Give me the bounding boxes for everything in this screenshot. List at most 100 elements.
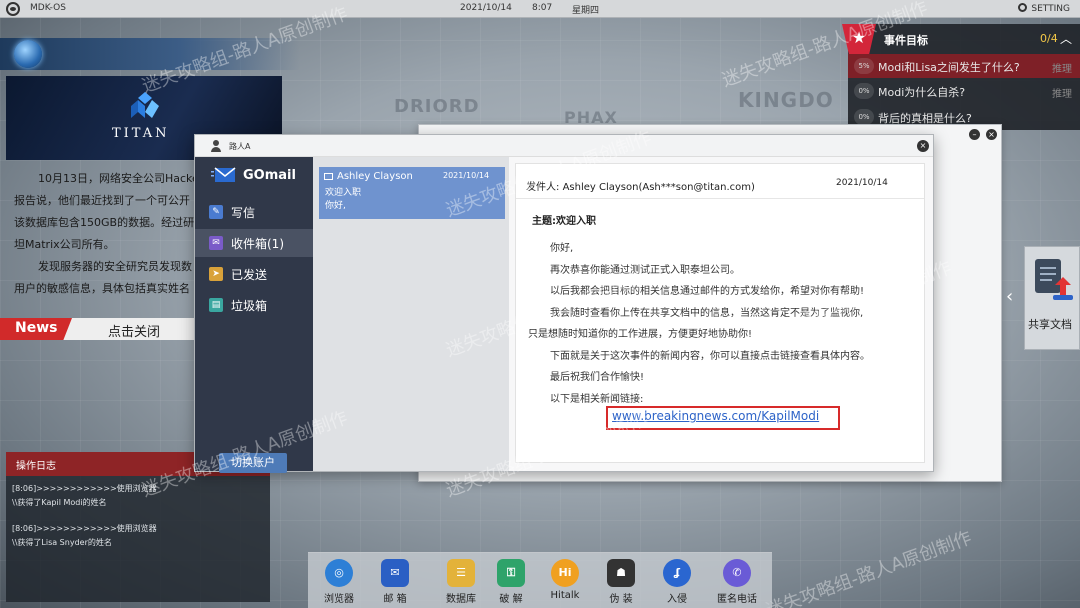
phone-icon: ✆ xyxy=(723,559,751,587)
article-line: 报告说，他们最近找到了一个可公开 xyxy=(14,194,190,207)
from-address: Ashley Clayson(Ash***son@titan.com) xyxy=(562,182,755,193)
objective-item[interactable]: 0% Modi为什么自杀? 推理 xyxy=(848,79,1080,103)
dock-label: 伪 装 xyxy=(609,594,633,605)
objectives-title: 事件目标 xyxy=(884,34,928,47)
body-line: 以后我都会把目标的相关信息通过邮件的方式发给你，希望对你有帮助! xyxy=(550,286,865,297)
os-name: MDK-OS xyxy=(30,3,66,13)
hook-icon: ʆ xyxy=(663,559,691,587)
gomail-logo-icon xyxy=(211,167,236,182)
log-entry: \\获得了Lisa Snyder的姓名 xyxy=(12,538,112,547)
operation-log: 操作日志 [8:06]>>>>>>>>>>>>使用浏览器 \\获得了Kapil … xyxy=(6,452,270,602)
titan-logo-icon xyxy=(131,92,159,118)
objective-hint: 推理 xyxy=(1052,89,1072,100)
setting-label: SETTING xyxy=(1031,4,1070,14)
dock: ◎ 浏览器 ✉ 邮 箱 ☰ 数据库 ⚿ 破 解 Hi Hitalk ☗ 伪 装 … xyxy=(308,552,772,608)
top-bar: MDK-OS 2021/10/14 8:07 星期四 SETTING xyxy=(0,0,1080,18)
inbox-icon: ✉ xyxy=(209,236,223,250)
folder-label: 写信 xyxy=(231,206,256,220)
mail-list-item[interactable]: Ashley Clayson 2021/10/14 欢迎入职 你好, xyxy=(319,167,505,219)
dock-crack[interactable]: ⚿ 破 解 xyxy=(488,559,534,608)
news-article: 10月13日，网络安全公司Hacke 报告说，他们最近找到了一个可公开 该数据库… xyxy=(14,168,200,300)
globe-icon xyxy=(14,40,42,68)
dock-label: 浏览器 xyxy=(324,594,354,605)
objectives-count: 0/4 xyxy=(1040,32,1058,45)
window-user: 路人A xyxy=(229,142,251,151)
reader-divider xyxy=(516,198,924,199)
body-line: 你好, xyxy=(550,243,574,254)
compose-icon: ✎ xyxy=(209,205,223,219)
mail-preview: 你好, xyxy=(325,201,346,211)
folder-label: 已发送 xyxy=(231,268,268,282)
crack-icon: ⚿ xyxy=(497,559,525,587)
gear-icon xyxy=(1018,3,1028,12)
folder-inbox[interactable]: ✉ 收件箱(1) xyxy=(195,229,313,257)
objective-text: Modi为什么自杀? xyxy=(878,86,966,99)
dock-hitalk[interactable]: Hi Hitalk xyxy=(542,559,588,608)
body-line: 只是想随时知道你的工作进展，方便更好地协助你! xyxy=(528,329,753,340)
folder-sent[interactable]: ➤ 已发送 xyxy=(195,260,313,288)
news-link[interactable]: www.breakingnews.com/KapilModi xyxy=(612,409,819,423)
subject-label: 主题: xyxy=(532,216,556,227)
body-line: 再次恭喜你能通过测试正式入职泰坦公司。 xyxy=(550,264,740,276)
minimize-icon[interactable]: – xyxy=(969,129,980,140)
article-line: 用户的敏感信息，具体包括真实姓名 xyxy=(14,282,190,295)
objective-progress: 0% xyxy=(854,109,874,125)
dock-phone[interactable]: ✆ 匿名电话 xyxy=(714,559,760,608)
mail-list: Ashley Clayson 2021/10/14 欢迎入职 你好, xyxy=(313,157,509,471)
mail-titlebar: 路人A × xyxy=(195,135,933,157)
subject-text: 欢迎入职 xyxy=(556,216,596,227)
log-entry: \\获得了Kapil Modi的姓名 xyxy=(12,498,107,507)
close-icon[interactable]: × xyxy=(917,140,929,152)
objective-item[interactable]: 5% Modi和Lisa之间发生了什么? 推理 xyxy=(848,54,1080,78)
news-tag: News xyxy=(0,318,72,340)
reader-date: 2021/10/14 xyxy=(836,178,888,188)
dock-browser[interactable]: ◎ 浏览器 xyxy=(316,559,362,608)
reader-body: 你好, 再次恭喜你能通过测试正式入职泰坦公司。 以后我都会把目标的相关信息通过邮… xyxy=(528,238,912,410)
body-line: 最后祝我们合作愉快! xyxy=(550,372,645,383)
dock-database[interactable]: ☰ 数据库 xyxy=(438,559,484,608)
setting-button[interactable]: SETTING xyxy=(1018,3,1070,14)
hitalk-icon: Hi xyxy=(551,559,579,587)
objective-text: Modi和Lisa之间发生了什么? xyxy=(878,61,1020,74)
close-icon[interactable]: × xyxy=(986,129,997,140)
map-label: KINGDO xyxy=(738,88,834,112)
reader-subject: 主题:欢迎入职 xyxy=(532,212,596,227)
send-icon: ➤ xyxy=(209,267,223,281)
gomail-title: GOmail xyxy=(243,168,296,183)
news-header-strip xyxy=(0,38,300,70)
system-time: 8:07 xyxy=(532,3,553,13)
chevron-left-icon[interactable]: ‹ xyxy=(1006,286,1013,307)
dock-label: 破 解 xyxy=(499,594,523,605)
from-label: 发件人: xyxy=(526,182,560,193)
article-line: 发现服务器的安全研究员发现数 xyxy=(38,260,192,273)
dock-hook[interactable]: ʆ 入侵 xyxy=(654,559,700,608)
reader-from: 发件人: Ashley Clayson(Ash***son@titan.com) xyxy=(526,178,755,193)
folder-label: 垃圾箱 xyxy=(231,299,268,313)
user-icon xyxy=(211,140,221,152)
dock-mail[interactable]: ✉ 邮 箱 xyxy=(372,559,418,608)
os-logo-icon xyxy=(6,2,20,16)
folder-trash[interactable]: ▤ 垃圾箱 xyxy=(195,291,313,319)
chevron-up-icon[interactable]: ︿ xyxy=(1060,30,1072,47)
article-line: 该数据库包含150GB的数据。经过研 xyxy=(14,216,195,229)
dock-label: Hitalk xyxy=(550,590,580,601)
folder-compose[interactable]: ✎ 写信 xyxy=(195,198,313,226)
dock-disguise[interactable]: ☗ 伪 装 xyxy=(598,559,644,608)
mail-sender: Ashley Clayson xyxy=(337,171,413,182)
envelope-icon xyxy=(324,173,333,180)
map-label: DRIORD xyxy=(394,96,480,117)
switch-account-button[interactable]: 切换账户 xyxy=(219,453,287,473)
disguise-icon: ☗ xyxy=(607,559,635,587)
dock-label: 入侵 xyxy=(667,594,687,605)
log-entry: [8:06]>>>>>>>>>>>>使用浏览器 xyxy=(12,524,157,533)
body-line: 下面就是关于这次事件的新闻内容，你可以直接点击链接查看具体内容。 xyxy=(550,350,870,362)
mail-sidebar: GOmail ✎ 写信 ✉ 收件箱(1) ➤ 已发送 ▤ 垃圾箱 切换账户 xyxy=(195,157,313,473)
system-weekday: 星期四 xyxy=(572,6,600,16)
objective-progress: 0% xyxy=(854,83,874,99)
system-date: 2021/10/14 xyxy=(460,3,512,13)
mail-date: 2021/10/14 xyxy=(443,171,490,180)
news-close-button[interactable]: 点击关闭 xyxy=(108,321,160,340)
dock-label: 匿名电话 xyxy=(717,594,757,605)
dock-label: 邮 箱 xyxy=(383,594,407,605)
share-doc-button[interactable] xyxy=(1024,246,1080,350)
